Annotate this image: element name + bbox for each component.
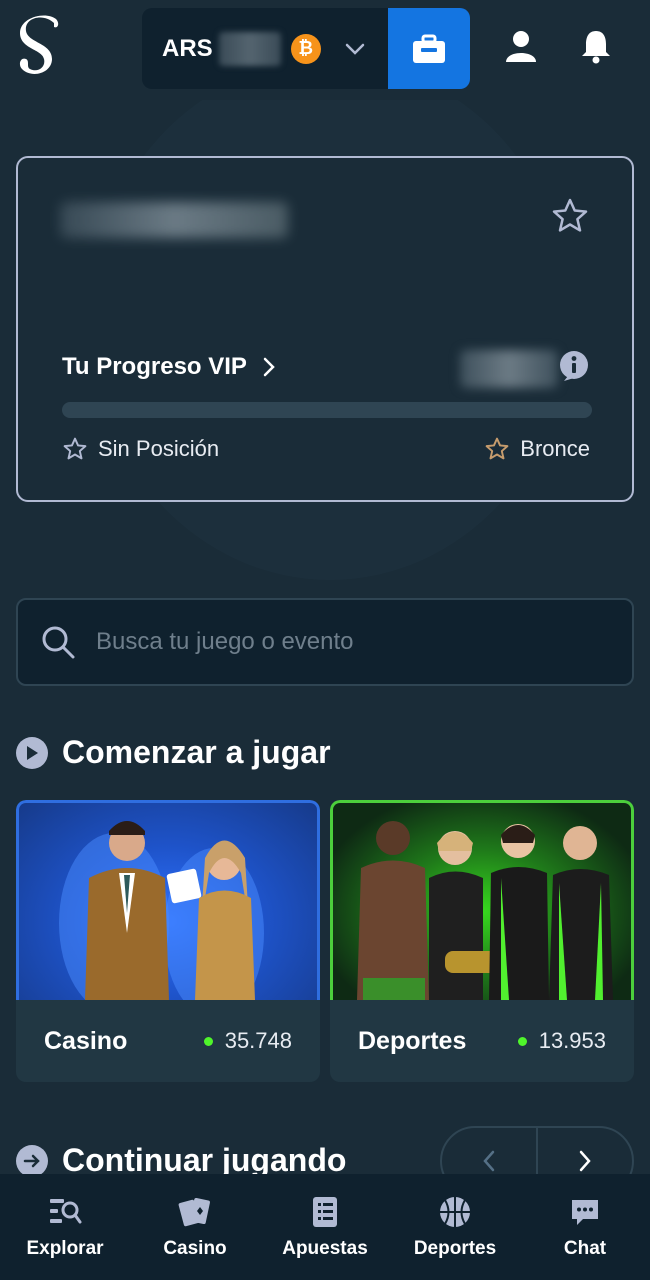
casino-count-value: 35.748 <box>224 1028 292 1053</box>
start-playing-title: Comenzar a jugar <box>62 734 331 770</box>
top-header: ARS ₿ <box>0 0 650 100</box>
user-icon <box>506 31 536 62</box>
nav-chat-label: Chat <box>563 1238 607 1259</box>
vip-progress-link[interactable]: Tu Progreso VIP <box>62 353 277 381</box>
casino-tile-label: Casino <box>44 1026 128 1055</box>
online-dot-icon <box>203 1036 213 1046</box>
nav-chat[interactable]: Chat <box>525 1194 645 1280</box>
progress-percentage-hidden <box>460 350 558 388</box>
vip-progress-card: Tu Progreso VIP Sin Posición Bronce <box>16 156 634 502</box>
nav-sports-label: Deportes <box>413 1238 497 1259</box>
bet-slip-icon <box>307 1194 343 1230</box>
chevron-left-icon <box>483 1150 495 1172</box>
nav-casino[interactable]: Casino <box>135 1194 255 1280</box>
sports-count-value: 13.953 <box>538 1028 606 1053</box>
search-icon <box>42 626 75 659</box>
vip-progress-bar <box>62 402 592 418</box>
bell-icon <box>582 31 610 64</box>
search-bar[interactable] <box>16 598 634 686</box>
casino-banner-image <box>16 800 320 1018</box>
next-rank-label: Bronce <box>520 436 590 461</box>
bronze-star-icon <box>485 437 509 460</box>
favorite-star-icon[interactable] <box>550 196 590 236</box>
user-profile-button[interactable] <box>501 26 541 66</box>
start-playing-heading: Comenzar a jugar <box>16 734 331 771</box>
sports-player-count: 13.953 <box>517 1028 606 1054</box>
casino-tile[interactable]: Casino 35.748 <box>16 800 320 1082</box>
casino-tile-footer: Casino 35.748 <box>16 1000 320 1082</box>
wallet-button[interactable] <box>388 8 470 89</box>
sports-tile[interactable]: Deportes 13.953 <box>330 800 634 1082</box>
balance-amount-hidden <box>218 31 281 66</box>
nav-bets-label: Apuestas <box>282 1238 368 1259</box>
sports-tile-label: Deportes <box>358 1026 467 1055</box>
online-dot-icon <box>517 1036 527 1046</box>
current-rank-label: Sin Posición <box>98 436 220 461</box>
chevron-right-icon <box>263 357 275 377</box>
bitcoin-icon: ₿ <box>290 33 321 64</box>
chevron-right-icon <box>579 1150 591 1172</box>
arrow-right-circle-icon <box>16 1144 48 1177</box>
basketball-icon <box>437 1194 473 1230</box>
sports-tile-footer: Deportes 13.953 <box>330 1000 634 1082</box>
sports-banner-image <box>330 800 634 1000</box>
explore-icon <box>47 1194 83 1230</box>
rank-star-icon <box>63 437 87 460</box>
info-icon[interactable] <box>558 350 590 382</box>
chevron-down-icon[interactable] <box>343 37 367 61</box>
next-rank: Bronce <box>484 436 590 462</box>
currency-label: ARS <box>162 34 213 62</box>
nav-explore-label: Explorar <box>26 1238 104 1259</box>
notifications-button[interactable] <box>576 26 616 66</box>
nav-explore[interactable]: Explorar <box>5 1194 125 1280</box>
logo-s-icon <box>19 15 59 74</box>
nav-casino-label: Casino <box>163 1238 227 1259</box>
bottom-navigation: Explorar Casino Apuestas Deportes Chat <box>0 1174 650 1280</box>
vip-progress-title: Tu Progreso VIP <box>62 353 247 380</box>
nav-bets[interactable]: Apuestas <box>265 1194 385 1280</box>
stake-logo[interactable] <box>14 10 66 86</box>
search-input[interactable] <box>96 628 596 656</box>
username-hidden <box>60 202 288 238</box>
play-icon <box>16 736 48 769</box>
chat-icon <box>567 1194 603 1230</box>
wallet-balance-selector[interactable]: ARS ₿ <box>142 8 388 89</box>
current-rank: Sin Posición <box>62 436 219 462</box>
casino-player-count: 35.748 <box>203 1028 292 1054</box>
wallet-icon <box>413 34 445 63</box>
nav-sports[interactable]: Deportes <box>395 1194 515 1280</box>
cards-icon <box>177 1194 213 1230</box>
